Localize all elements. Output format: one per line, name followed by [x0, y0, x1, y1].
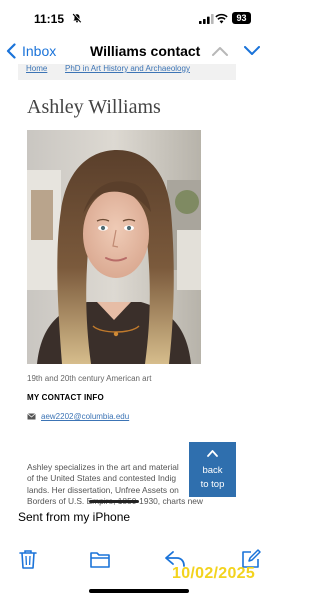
profile-name: Ashley Williams	[27, 96, 161, 118]
wifi-icon	[215, 13, 228, 24]
folder-icon[interactable]	[89, 548, 111, 570]
battery-icon: 93	[232, 12, 251, 24]
breadcrumb-home-link[interactable]: Home	[26, 64, 47, 73]
inbox-back-button[interactable]: Inbox	[22, 43, 56, 59]
envelope-icon	[27, 413, 36, 420]
breadcrumb-program-link[interactable]: PhD in Art History and Archaeology	[65, 64, 190, 73]
chevron-down-icon[interactable]	[244, 46, 260, 56]
breadcrumb: Home PhD in Art History and Archaeology	[18, 64, 236, 80]
mail-nav-bar: Inbox Williams contact	[0, 40, 277, 64]
back-to-top-button[interactable]: back to top	[189, 442, 236, 497]
status-time: 11:15	[34, 12, 65, 26]
chevron-left-icon[interactable]	[6, 43, 16, 59]
email-body: Home PhD in Art History and Archaeology …	[0, 64, 277, 510]
chevron-up-icon[interactable]	[212, 46, 228, 56]
scroll-divider	[89, 500, 139, 503]
date-stamp-overlay: 10/02/2025	[172, 565, 256, 582]
message-subject: Williams contact	[90, 43, 201, 59]
home-indicator[interactable]	[89, 589, 189, 593]
contact-heading: MY CONTACT INFO	[27, 393, 104, 402]
mute-icon	[72, 13, 82, 23]
back-to-top-label: to top	[200, 479, 225, 490]
chevron-up-icon	[207, 450, 218, 457]
email-signature: Sent from my iPhone	[18, 510, 131, 524]
status-bar: 11:15 93	[0, 0, 277, 40]
profile-photo	[27, 130, 201, 364]
back-to-top-label: back	[202, 465, 223, 476]
research-field: 19th and 20th century American art	[27, 374, 152, 383]
signal-icon	[199, 14, 214, 24]
trash-icon[interactable]	[17, 548, 39, 570]
email-link[interactable]: aew2202@columbia.edu	[41, 412, 129, 421]
